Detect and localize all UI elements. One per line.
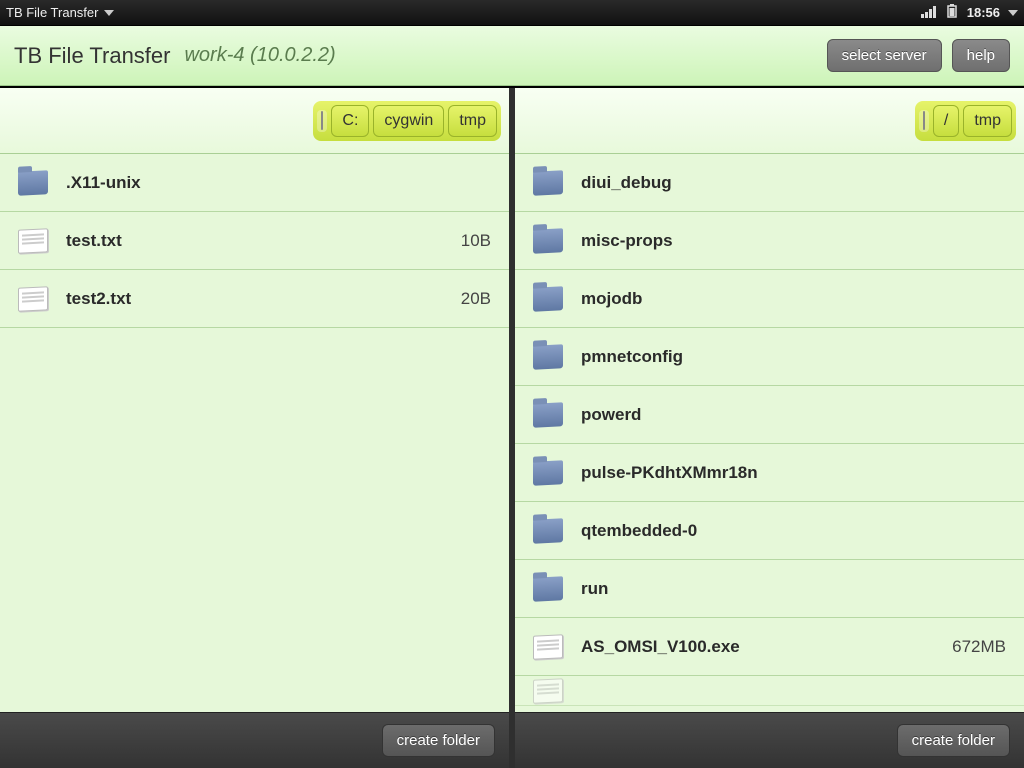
item-name: .X11-unix (66, 173, 473, 193)
folder-icon (533, 576, 563, 602)
right-pane: / tmp diui_debug misc-props mojodb (515, 88, 1024, 768)
folder-icon (533, 518, 563, 544)
item-name: pulse-PKdhtXMmr18n (581, 463, 988, 483)
list-item[interactable] (515, 676, 1024, 706)
page-title: TB File Transfer (14, 43, 170, 69)
list-item[interactable]: run (515, 560, 1024, 618)
right-file-list: diui_debug misc-props mojodb pmnetconfig (515, 154, 1024, 712)
left-breadcrumb: C: cygwin tmp (313, 101, 501, 141)
list-item[interactable]: test.txt 10B (0, 212, 509, 270)
item-name: qtembedded-0 (581, 521, 988, 541)
item-name: mojodb (581, 289, 988, 309)
item-name: test.txt (66, 231, 443, 251)
item-name: test2.txt (66, 289, 443, 309)
item-name: AS_OMSI_V100.exe (581, 637, 934, 657)
folder-icon (533, 460, 563, 486)
create-folder-button[interactable]: create folder (382, 724, 495, 757)
list-item[interactable]: .X11-unix (0, 154, 509, 212)
file-icon (533, 678, 563, 704)
folder-icon (18, 170, 48, 196)
disk-icon[interactable] (919, 110, 929, 132)
status-time: 18:56 (967, 5, 1000, 20)
folder-icon (533, 402, 563, 428)
item-name: pmnetconfig (581, 347, 988, 367)
item-name: diui_debug (581, 173, 988, 193)
right-footer: create folder (515, 712, 1024, 768)
left-footer: create folder (0, 712, 509, 768)
breadcrumb-segment[interactable]: cygwin (373, 105, 444, 137)
list-item[interactable]: test2.txt 20B (0, 270, 509, 328)
help-button[interactable]: help (952, 39, 1010, 72)
main-area: C: cygwin tmp .X11-unix test.txt 10B tes… (0, 86, 1024, 768)
list-item[interactable]: misc-props (515, 212, 1024, 270)
left-file-list: .X11-unix test.txt 10B test2.txt 20B (0, 154, 509, 712)
folder-icon (533, 286, 563, 312)
list-item[interactable]: diui_debug (515, 154, 1024, 212)
app-header: TB File Transfer work-4 (10.0.2.2) selec… (0, 26, 1024, 86)
system-menu-chevron-icon[interactable] (1008, 10, 1018, 16)
disk-icon[interactable] (317, 110, 327, 132)
file-icon (18, 228, 48, 254)
breadcrumb-segment[interactable]: / (933, 105, 959, 137)
list-item[interactable]: AS_OMSI_V100.exe 672MB (515, 618, 1024, 676)
right-breadcrumb-bar: / tmp (515, 88, 1024, 154)
item-size: 10B (461, 231, 491, 251)
app-menu-chevron-icon[interactable] (104, 10, 114, 16)
item-name: powerd (581, 405, 988, 425)
folder-icon (533, 344, 563, 370)
breadcrumb-segment[interactable]: tmp (963, 105, 1012, 137)
left-pane: C: cygwin tmp .X11-unix test.txt 10B tes… (0, 88, 509, 768)
list-item[interactable]: pmnetconfig (515, 328, 1024, 386)
list-item[interactable]: qtembedded-0 (515, 502, 1024, 560)
signal-icon (921, 5, 937, 21)
status-bar: TB File Transfer 18:56 (0, 0, 1024, 26)
list-item[interactable]: powerd (515, 386, 1024, 444)
item-name: run (581, 579, 988, 599)
folder-icon (533, 170, 563, 196)
breadcrumb-segment[interactable]: C: (331, 105, 369, 137)
select-server-button[interactable]: select server (827, 39, 942, 72)
breadcrumb-segment[interactable]: tmp (448, 105, 497, 137)
battery-icon (945, 4, 959, 21)
item-name: misc-props (581, 231, 988, 251)
item-size: 20B (461, 289, 491, 309)
list-item[interactable]: mojodb (515, 270, 1024, 328)
left-breadcrumb-bar: C: cygwin tmp (0, 88, 509, 154)
right-breadcrumb: / tmp (915, 101, 1016, 141)
file-icon (533, 634, 563, 660)
status-app-name[interactable]: TB File Transfer (6, 5, 98, 20)
create-folder-button[interactable]: create folder (897, 724, 1010, 757)
list-item[interactable]: pulse-PKdhtXMmr18n (515, 444, 1024, 502)
server-label: work-4 (10.0.2.2) (184, 44, 335, 67)
file-icon (18, 286, 48, 312)
folder-icon (533, 228, 563, 254)
item-size: 672MB (952, 637, 1006, 657)
